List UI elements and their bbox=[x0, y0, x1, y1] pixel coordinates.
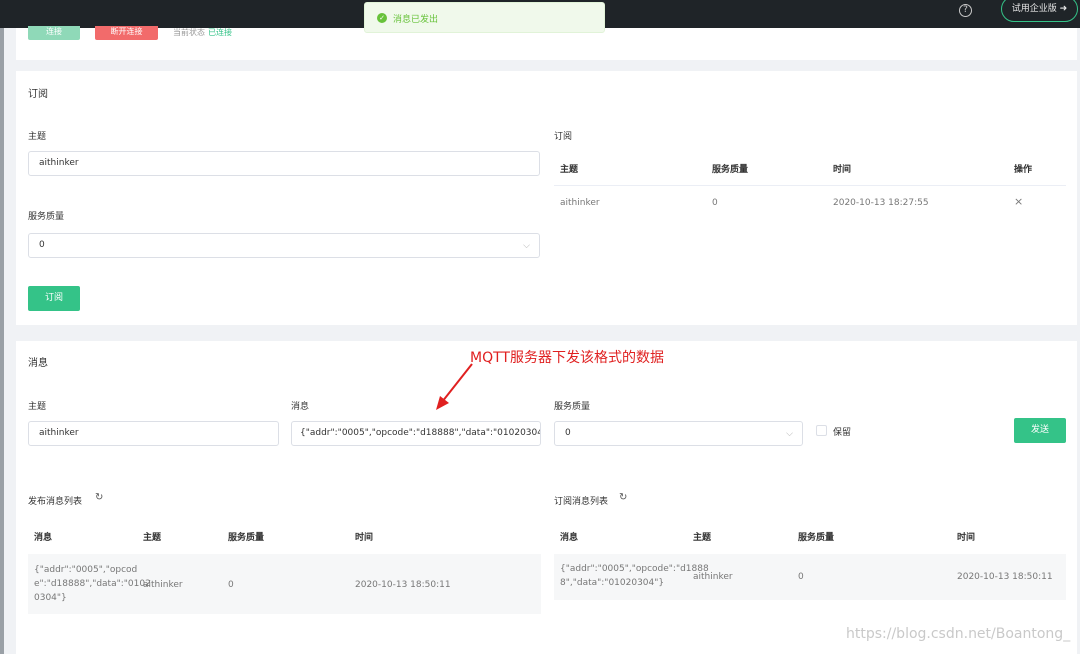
retain-checkbox[interactable] bbox=[816, 425, 827, 436]
message-qos-value: 0 bbox=[565, 428, 571, 438]
message-qos-select[interactable]: 0 ⌵ bbox=[554, 421, 803, 446]
rcv-row-message: {"addr":"0005","opcode":"d1888 8","data"… bbox=[560, 562, 709, 590]
pub-row-qos: 0 bbox=[228, 580, 234, 590]
rcv-row-topic: aithinker bbox=[693, 572, 733, 582]
pub-col-message: 消息 bbox=[34, 533, 53, 543]
pub-row-message: {"addr":"0005","opcod e":"d18888","data"… bbox=[34, 563, 151, 605]
subscribe-button[interactable]: 订阅 bbox=[28, 286, 80, 311]
received-list-title: 订阅消息列表 bbox=[554, 497, 609, 507]
message-section-title: 消息 bbox=[28, 358, 48, 369]
subscription-list-title: 订阅 bbox=[554, 132, 573, 142]
rcv-row-qos: 0 bbox=[798, 572, 804, 582]
sub-col-action: 操作 bbox=[1014, 165, 1033, 175]
table-divider bbox=[554, 185, 1066, 186]
published-list-title: 发布消息列表 bbox=[28, 497, 83, 507]
sub-row-qos: 0 bbox=[712, 198, 718, 208]
sub-col-topic: 主题 bbox=[560, 165, 579, 175]
trial-enterprise-button[interactable]: 试用企业版 ➜ bbox=[1001, 0, 1078, 22]
message-card: 消息 主题 aithinker 消息 {"addr":"0005","opcod… bbox=[16, 341, 1077, 654]
pub-row-message-line: e":"d18888","data":"0102 bbox=[34, 579, 151, 589]
sub-row-time: 2020-10-13 18:27:55 bbox=[833, 198, 929, 208]
status-value: 已连接 bbox=[208, 28, 232, 37]
status-label: 当前状态 bbox=[173, 28, 205, 37]
pub-row-message-line: {"addr":"0005","opcod bbox=[34, 565, 138, 575]
connection-status: 当前状态 已连接 bbox=[173, 27, 232, 38]
rcv-col-message: 消息 bbox=[560, 533, 579, 543]
toast-text: 消息已发出 bbox=[393, 15, 439, 25]
watermark: https://blog.csdn.net/Boantong_ bbox=[846, 626, 1071, 642]
rcv-row-message-line: 8","data":"01020304"} bbox=[560, 578, 665, 588]
sub-row-topic: aithinker bbox=[560, 198, 600, 208]
success-toast: ✓ 消息已发出 bbox=[364, 2, 605, 33]
refresh-icon[interactable]: ↻ bbox=[95, 492, 103, 503]
unsubscribe-close-icon[interactable]: × bbox=[1014, 195, 1023, 209]
pub-row-message-line: 0304"} bbox=[34, 593, 67, 603]
window-edge bbox=[0, 28, 4, 654]
send-button[interactable]: 发送 bbox=[1014, 418, 1066, 443]
retain-label: 保留 bbox=[833, 428, 852, 438]
subscribe-card: 订阅 主题 aithinker 服务质量 0 ⌵ 订阅 订阅 主题 服务质量 时… bbox=[16, 71, 1077, 325]
chevron-down-icon: ⌵ bbox=[786, 429, 793, 439]
chevron-down-icon: ⌵ bbox=[523, 241, 530, 251]
pub-row-time: 2020-10-13 18:50:11 bbox=[355, 580, 451, 590]
pub-col-time: 时间 bbox=[355, 533, 374, 543]
message-topic-input[interactable]: aithinker bbox=[28, 421, 279, 446]
rcv-row-message-line: {"addr":"0005","opcode":"d1888 bbox=[560, 564, 709, 574]
refresh-icon[interactable]: ↻ bbox=[619, 492, 627, 503]
pub-col-qos: 服务质量 bbox=[228, 533, 265, 543]
message-qos-label: 服务质量 bbox=[554, 402, 591, 412]
rcv-col-time: 时间 bbox=[957, 533, 976, 543]
rcv-col-qos: 服务质量 bbox=[798, 533, 835, 543]
pub-col-topic: 主题 bbox=[143, 533, 162, 543]
subscribe-qos-label: 服务质量 bbox=[28, 212, 65, 222]
subscribe-topic-input[interactable]: aithinker bbox=[28, 151, 540, 176]
connect-button[interactable]: 连接 bbox=[28, 26, 80, 40]
subscribe-section-title: 订阅 bbox=[28, 89, 48, 100]
annotation-arrow-icon bbox=[436, 363, 473, 410]
rcv-col-topic: 主题 bbox=[693, 533, 712, 543]
subscribe-qos-select[interactable]: 0 ⌵ bbox=[28, 233, 540, 258]
subscribe-topic-label: 主题 bbox=[28, 132, 47, 142]
annotation-text: MQTT服务器下发该格式的数据 bbox=[470, 350, 664, 366]
message-payload-label: 消息 bbox=[291, 402, 310, 412]
disconnect-button[interactable]: 断开连接 bbox=[95, 26, 158, 40]
sub-col-time: 时间 bbox=[833, 165, 852, 175]
rcv-row-time: 2020-10-13 18:50:11 bbox=[957, 572, 1053, 582]
sub-col-qos: 服务质量 bbox=[712, 165, 749, 175]
pub-row-topic: aithinker bbox=[143, 580, 183, 590]
message-topic-label: 主题 bbox=[28, 402, 47, 412]
subscribe-qos-value: 0 bbox=[39, 240, 45, 250]
message-payload-input[interactable]: {"addr":"0005","opcode":"d18888","data":… bbox=[291, 421, 541, 446]
check-circle-icon: ✓ bbox=[377, 13, 387, 23]
question-circle-icon[interactable]: ? bbox=[959, 4, 972, 17]
